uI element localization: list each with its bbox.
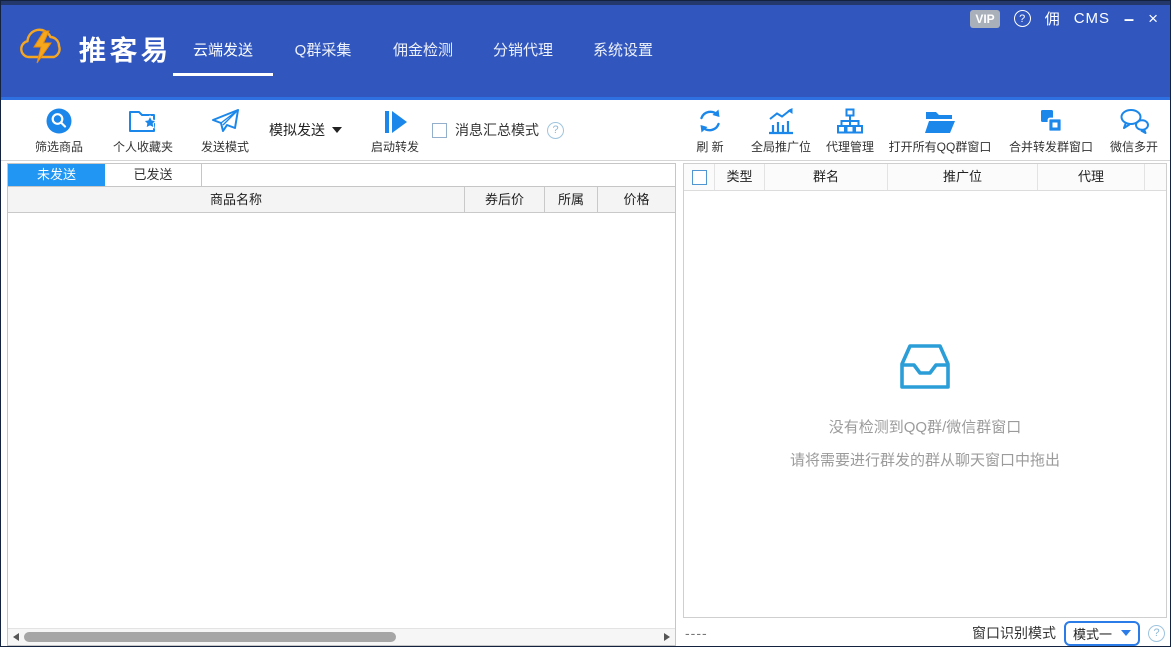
app-window: 推客易 云端发送 Q群采集 佣金检测 分销代理 系统设置 VIP ? 佣 CMS… — [0, 0, 1171, 647]
start-forward-button[interactable]: 启动转发 — [365, 105, 425, 155]
empty-state: 没有检测到QQ群/微信群窗口 请将需要进行群发的群从聊天窗口中拖出 — [684, 339, 1166, 470]
column-header-group-name[interactable]: 群名 — [764, 164, 887, 190]
vip-badge[interactable]: VIP — [970, 10, 999, 28]
tab-unsent[interactable]: 未发送 — [8, 164, 105, 186]
merge-forward-windows-button[interactable]: 合并转发群窗口 — [1003, 105, 1099, 155]
agent-manage-button[interactable]: 代理管理 — [819, 105, 881, 155]
cms-button[interactable]: CMS — [1074, 10, 1110, 27]
app-title: 推客易 — [79, 29, 172, 68]
paper-plane-icon — [210, 105, 240, 135]
toolbar-label: 发送模式 — [201, 138, 249, 155]
nav-tab-q-group-collect[interactable]: Q群采集 — [273, 37, 373, 79]
nav-tab-label: 分销代理 — [493, 42, 553, 59]
summary-mode-label: 消息汇总模式 — [455, 120, 539, 140]
play-icon — [382, 105, 408, 135]
product-list-panel: 未发送 已发送 商品名称 券后价 所属 价格 — [7, 163, 676, 646]
nav-tab-label: 系统设置 — [593, 42, 653, 59]
open-folder-icon — [924, 105, 956, 135]
merge-windows-icon — [1037, 105, 1065, 135]
column-header-product-name[interactable]: 商品名称 — [8, 187, 464, 212]
empty-state-line2: 请将需要进行群发的群从聊天窗口中拖出 — [684, 449, 1166, 470]
column-header-belong[interactable]: 所属 — [544, 187, 597, 212]
product-table-header: 商品名称 券后价 所属 价格 — [8, 187, 675, 213]
nav-tab-label: 云端发送 — [193, 42, 253, 59]
toolbar-label: 刷 新 — [696, 138, 723, 155]
simulate-send-dropdown[interactable]: 模拟发送 — [269, 100, 342, 160]
product-table-body — [8, 213, 675, 628]
window-mode-select[interactable]: 模式一 — [1064, 621, 1140, 646]
global-promotion-button[interactable]: 全局推广位 — [745, 105, 817, 155]
chat-bubbles-icon — [1119, 105, 1149, 135]
toolbar-label: 合并转发群窗口 — [1009, 138, 1093, 155]
status-placeholder: ---- — [685, 625, 708, 641]
select-all-checkbox[interactable] — [692, 170, 707, 185]
horizontal-scrollbar[interactable] — [8, 628, 675, 645]
tab-sent[interactable]: 已发送 — [105, 164, 202, 186]
cloud-lightning-logo-icon — [17, 25, 71, 72]
column-header-coupon-price[interactable]: 券后价 — [464, 187, 544, 212]
select-all-cell — [684, 164, 714, 190]
nav-tab-commission-check[interactable]: 佣金检测 — [373, 37, 473, 79]
header: 推客易 云端发送 Q群采集 佣金检测 分销代理 系统设置 VIP ? 佣 CMS… — [1, 1, 1170, 97]
toolbar-label: 筛选商品 — [35, 138, 83, 155]
window-mode-label: 窗口识别模式 — [972, 623, 1056, 643]
scroll-right-arrow-icon[interactable] — [664, 633, 670, 641]
filter-products-button[interactable]: 筛选商品 — [23, 105, 95, 155]
nav-tab-label: 佣金检测 — [393, 42, 453, 59]
window-mode-group: 窗口识别模式 模式一 ? — [972, 621, 1165, 646]
scroll-left-arrow-icon[interactable] — [13, 633, 19, 641]
help-icon[interactable]: ? — [1014, 10, 1031, 27]
folder-star-icon — [127, 105, 159, 135]
titlebar-top-strip — [1, 1, 1170, 5]
nav-tab-label: Q群采集 — [295, 42, 352, 59]
column-header-type[interactable]: 类型 — [714, 164, 764, 190]
summary-mode-help-icon[interactable]: ? — [547, 122, 564, 139]
group-table-header: 类型 群名 推广位 代理 — [684, 164, 1166, 191]
search-circle-icon — [45, 105, 73, 135]
product-list-tabs: 未发送 已发送 — [8, 164, 675, 187]
toolbar-label: 个人收藏夹 — [113, 138, 173, 155]
minimize-button[interactable]: – — [1124, 12, 1134, 26]
close-button[interactable]: × — [1148, 9, 1158, 29]
simulate-send-label: 模拟发送 — [269, 120, 325, 140]
app-logo: 推客易 — [17, 25, 172, 72]
window-controls: VIP ? 佣 CMS – × — [970, 8, 1158, 29]
nav-tab-distribution-agent[interactable]: 分销代理 — [473, 37, 573, 79]
nav-tab-cloud-send[interactable]: 云端发送 — [173, 37, 273, 79]
window-mode-value: 模式一 — [1073, 624, 1112, 643]
status-bar: ---- 窗口识别模式 模式一 ? — [683, 618, 1167, 647]
column-header-price[interactable]: 价格 — [597, 187, 675, 212]
column-header-empty — [1144, 164, 1166, 190]
column-header-promotion[interactable]: 推广位 — [887, 164, 1037, 190]
toolbar-label: 启动转发 — [371, 138, 419, 155]
org-hierarchy-icon — [836, 105, 864, 135]
column-header-agent[interactable]: 代理 — [1037, 164, 1144, 190]
scrollbar-thumb[interactable] — [24, 632, 396, 642]
toolbar-label: 打开所有QQ群窗口 — [889, 138, 992, 155]
toolbar-label: 全局推广位 — [751, 138, 811, 155]
summary-mode-group: 消息汇总模式 ? — [432, 100, 564, 160]
wechat-multi-open-button[interactable]: 微信多开 — [1107, 105, 1161, 155]
inbox-icon — [893, 380, 957, 397]
commission-icon[interactable]: 佣 — [1045, 8, 1060, 29]
toolbar: 筛选商品 个人收藏夹 发送模式 模拟发送 — [1, 100, 1170, 161]
refresh-button[interactable]: 刷 新 — [687, 105, 733, 155]
empty-state-line1: 没有检测到QQ群/微信群窗口 — [684, 416, 1166, 437]
chevron-down-icon — [332, 127, 342, 133]
group-window-panel: 类型 群名 推广位 代理 没有检测到QQ群/微信群窗口 请将需要进行群发的群从聊… — [683, 163, 1167, 618]
personal-favorites-button[interactable]: 个人收藏夹 — [99, 105, 187, 155]
summary-mode-checkbox[interactable] — [432, 123, 447, 138]
chart-trend-icon — [766, 105, 796, 135]
refresh-icon — [696, 105, 724, 135]
toolbar-label: 微信多开 — [1110, 138, 1158, 155]
window-mode-help-icon[interactable]: ? — [1148, 625, 1165, 642]
chevron-down-icon — [1121, 630, 1131, 636]
open-all-qq-windows-button[interactable]: 打开所有QQ群窗口 — [887, 105, 993, 155]
nav-tab-system-settings[interactable]: 系统设置 — [573, 37, 673, 79]
toolbar-label: 代理管理 — [826, 138, 874, 155]
send-mode-button[interactable]: 发送模式 — [187, 105, 263, 155]
